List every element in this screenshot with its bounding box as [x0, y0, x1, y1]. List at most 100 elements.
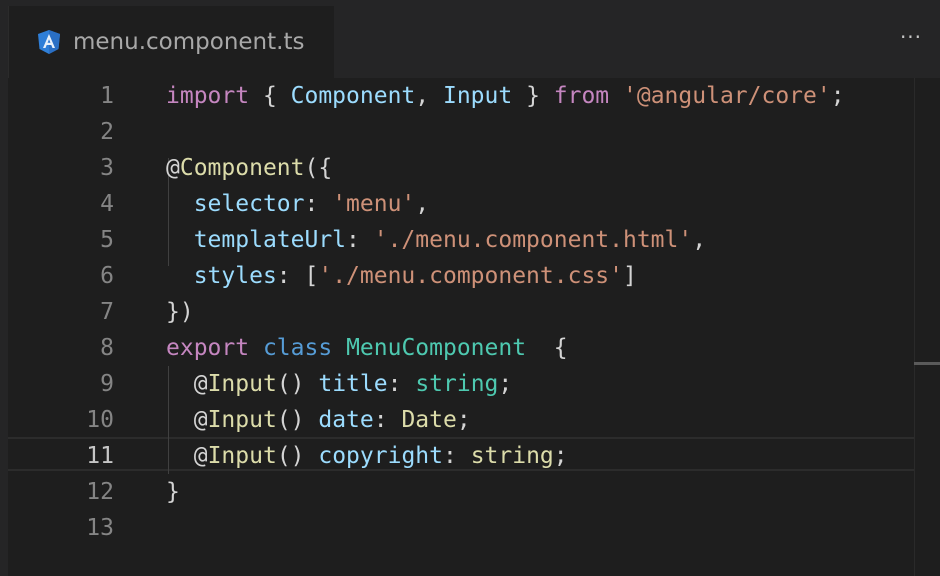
code-token: :	[346, 227, 374, 253]
code-token: class	[262, 335, 333, 361]
code-token: ;	[456, 407, 471, 433]
code-line[interactable]: 9 @Input() title: string;	[0, 366, 914, 402]
code-token: string	[470, 443, 554, 469]
line-number: 11	[86, 443, 114, 469]
line-number: 5	[100, 227, 114, 253]
code-token: :	[387, 371, 416, 397]
line-number: 12	[86, 479, 114, 505]
code-token: @	[193, 407, 208, 433]
code-token: Input	[207, 371, 277, 397]
line-number: 8	[100, 335, 114, 361]
code-text: @Component({	[166, 150, 332, 186]
code-line[interactable]: 11 @Input() copyright: string;	[0, 438, 914, 474]
code-token: ;	[553, 443, 568, 469]
code-token: }	[512, 83, 554, 109]
code-editor[interactable]: 1 import { Component, Input } from '@angu…	[0, 78, 940, 576]
code-text: selector: 'menu',	[166, 186, 429, 222]
code-token: date	[318, 407, 374, 433]
code-text: @Input() title: string;	[166, 366, 513, 402]
code-token: ]	[622, 263, 637, 289]
code-token: ()	[276, 371, 319, 397]
line-number: 7	[100, 299, 114, 325]
code-line[interactable]: 10 @Input() date: Date;	[0, 402, 914, 438]
code-token: @	[166, 155, 180, 181]
code-token: : [	[276, 263, 319, 289]
code-token: Date	[401, 407, 457, 433]
more-actions-button[interactable]: ···	[896, 22, 926, 52]
code-token: :	[442, 443, 471, 469]
code-token: ()	[276, 407, 319, 433]
code-line[interactable]: 6 styles: ['./menu.component.css']	[0, 258, 914, 294]
line-number: 10	[86, 407, 114, 433]
code-text: }	[166, 474, 180, 510]
code-token: {	[249, 83, 291, 109]
code-text: import { Component, Input } from '@angul…	[166, 78, 845, 114]
tab-filename: menu.component.ts	[73, 29, 305, 55]
code-token: Input	[207, 407, 277, 433]
tab-bar: menu.component.ts ···	[0, 0, 940, 78]
line-number: 13	[86, 515, 114, 541]
code-text: templateUrl: './menu.component.html',	[166, 222, 706, 258]
code-line[interactable]: 4 selector: 'menu',	[0, 186, 914, 222]
code-line[interactable]: 2	[0, 114, 914, 150]
code-line[interactable]: 3 @Component({	[0, 150, 914, 186]
code-token: Input	[207, 443, 277, 469]
line-number: 4	[100, 191, 114, 217]
code-token: @	[193, 371, 208, 397]
code-token: @	[193, 443, 208, 469]
code-line[interactable]: 5 templateUrl: './menu.component.html',	[0, 222, 914, 258]
code-token: }	[166, 479, 180, 505]
code-text: export class MenuComponent {	[166, 330, 568, 366]
code-line[interactable]: 13	[0, 510, 914, 546]
line-number: 6	[100, 263, 114, 289]
code-line[interactable]: 12}	[0, 474, 914, 510]
code-token: Component	[290, 83, 416, 109]
code-token: ,	[692, 227, 707, 253]
line-number: 1	[100, 83, 114, 109]
code-token: styles	[193, 263, 277, 289]
code-text: })	[166, 294, 194, 330]
code-token: ;	[830, 83, 845, 109]
code-token: ({	[304, 155, 333, 181]
code-token: :	[304, 191, 333, 217]
code-token: from	[553, 83, 610, 109]
vertical-scrollbar[interactable]	[914, 78, 940, 576]
code-token: '@angular/core'	[623, 83, 831, 109]
code-token: Input	[442, 83, 513, 109]
code-line[interactable]: 7})	[0, 294, 914, 330]
line-number: 2	[100, 119, 114, 145]
code-token: {	[526, 335, 568, 361]
code-text: styles: ['./menu.component.css']	[166, 258, 637, 294]
code-token: selector	[193, 191, 305, 217]
code-token: string	[415, 371, 499, 397]
line-number: 3	[100, 155, 114, 181]
code-text: @Input() copyright: string;	[166, 438, 568, 474]
code-token: 'menu'	[332, 191, 416, 217]
code-token: ;	[498, 371, 513, 397]
code-token: export	[166, 335, 250, 361]
code-token: Component	[179, 155, 305, 181]
code-token: ,	[415, 83, 443, 109]
code-line[interactable]: 8 export class MenuComponent {	[0, 330, 914, 366]
line-number: 9	[100, 371, 114, 397]
scrollbar-cursor-marker	[914, 362, 940, 365]
code-token: })	[166, 299, 194, 325]
code-token: ()	[276, 443, 319, 469]
code-token: templateUrl	[193, 227, 347, 253]
code-line[interactable]: 1 import { Component, Input } from '@angu…	[0, 78, 914, 114]
code-text: @Input() date: Date;	[166, 402, 471, 438]
code-token: copyright	[318, 443, 443, 469]
code-token: MenuComponent	[346, 335, 527, 361]
code-token: './menu.component.html'	[373, 227, 693, 253]
code-token: import	[166, 83, 250, 109]
editor-tab-menu-component[interactable]: menu.component.ts	[8, 6, 334, 78]
